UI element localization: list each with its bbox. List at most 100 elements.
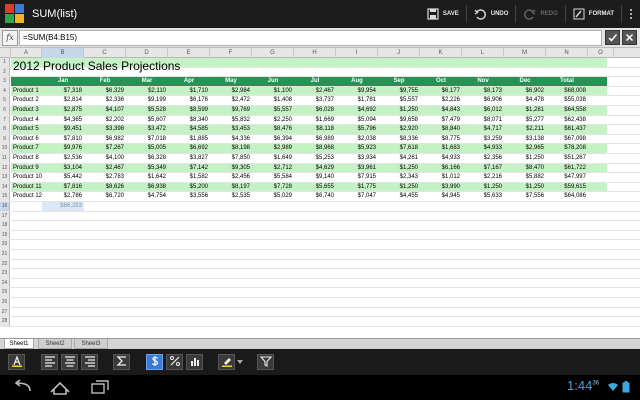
value-cell[interactable]: $2,535 [210,192,252,201]
save-button[interactable]: SAVE [420,0,466,28]
row-header[interactable]: 15 [0,192,10,201]
value-cell[interactable]: $8,173 [462,87,504,96]
value-cell[interactable]: $9,769 [210,106,252,115]
back-icon[interactable] [10,379,34,395]
value-cell[interactable]: $4,754 [126,192,168,201]
value-cell[interactable]: $3,453 [210,125,252,134]
column-header-m[interactable]: M [504,48,546,58]
row-header[interactable]: 12 [0,163,10,173]
value-cell[interactable]: $3,556 [168,192,210,201]
value-cell[interactable]: $3,737 [294,96,336,105]
value-cell[interactable]: $9,658 [378,116,420,125]
value-cell[interactable]: $8,775 [420,135,462,144]
tab-sheet2[interactable]: Sheet2 [38,339,72,349]
value-cell[interactable]: $2,467 [294,87,336,96]
align-left-button[interactable] [41,354,58,370]
value-cell[interactable]: $2,783 [84,173,126,182]
value-cell[interactable]: $3,961 [336,164,378,173]
value-cell[interactable]: $2,920 [378,125,420,134]
value-cell[interactable]: $1,885 [168,135,210,144]
value-cell[interactable]: $6,720 [84,192,126,201]
row-header[interactable]: 4 [0,86,10,96]
value-cell[interactable]: $3,472 [126,125,168,134]
value-cell[interactable]: $3,138 [504,135,546,144]
product-name-cell[interactable]: Product 8 [11,154,42,163]
value-cell[interactable]: $1,669 [294,116,336,125]
value-cell[interactable]: $4,100 [84,154,126,163]
product-name-cell[interactable]: Product 11 [11,183,42,192]
row-header[interactable]: 5 [0,96,10,105]
value-cell[interactable]: $1,100 [252,87,294,96]
value-cell[interactable]: $7,047 [336,192,378,201]
value-cell[interactable]: $7,167 [462,164,504,173]
value-cell[interactable]: $4,933 [420,154,462,163]
value-cell[interactable]: $47,997 [546,173,588,182]
row-header[interactable]: 14 [0,182,10,192]
value-cell[interactable]: $7,816 [42,183,84,192]
redo-button[interactable]: REDO [516,0,564,28]
autosum-button[interactable] [113,354,130,370]
value-cell[interactable]: $8,336 [378,135,420,144]
product-name-cell[interactable]: Product 1 [11,87,42,96]
value-cell[interactable]: $7,018 [126,135,168,144]
value-cell[interactable]: $5,277 [504,116,546,125]
value-cell[interactable]: $4,107 [84,106,126,115]
value-cell[interactable]: $51,267 [546,154,588,163]
value-cell[interactable]: $9,305 [210,164,252,173]
value-cell[interactable]: $3,398 [84,125,126,134]
column-label-cell[interactable]: Nov [462,77,504,86]
value-cell[interactable]: $8,340 [168,116,210,125]
value-cell[interactable]: $6,902 [504,87,546,96]
value-cell[interactable]: $7,318 [42,87,84,96]
column-header-o[interactable]: O [588,48,614,58]
value-cell[interactable]: $64,558 [546,106,588,115]
row-header[interactable]: 6 [0,106,10,115]
row-header[interactable]: 10 [0,144,10,153]
row-header[interactable]: 7 [0,115,10,125]
row-header[interactable]: 9 [0,134,10,144]
value-cell[interactable]: $4,933 [462,144,504,153]
fill-color-button[interactable] [218,354,235,370]
value-cell[interactable]: $1,683 [420,144,462,153]
product-name-cell[interactable]: Product 3 [11,106,42,115]
tab-sheet1[interactable]: Sheet1 [4,339,34,349]
value-cell[interactable]: $6,740 [294,192,336,201]
value-cell[interactable]: $4,629 [294,164,336,173]
value-cell[interactable]: $64,086 [546,192,588,201]
value-cell[interactable]: $6,329 [84,87,126,96]
column-label-cell[interactable]: Mar [126,77,168,86]
product-name-cell[interactable]: Product 6 [11,135,42,144]
value-cell[interactable]: $5,557 [252,106,294,115]
value-cell[interactable]: $2,336 [84,96,126,105]
value-cell[interactable]: $4,585 [168,125,210,134]
value-cell[interactable]: $7,479 [420,116,462,125]
row-header[interactable]: 13 [0,173,10,182]
row-header[interactable]: 28 [0,317,10,326]
value-cell[interactable]: $4,336 [210,135,252,144]
column-label-cell[interactable]: Aug [336,77,378,86]
value-cell[interactable]: $6,692 [168,144,210,153]
confirm-formula-button[interactable] [605,30,620,45]
value-cell[interactable]: $6,938 [126,183,168,192]
value-cell[interactable]: $2,536 [42,154,84,163]
overflow-menu-button[interactable] [622,0,640,28]
recent-apps-icon[interactable] [88,379,112,395]
value-cell[interactable]: $8,840 [420,125,462,134]
value-cell[interactable]: $4,717 [462,125,504,134]
value-cell[interactable]: $8,626 [84,183,126,192]
product-name-cell[interactable]: Product 10 [11,173,42,182]
row-header[interactable]: 22 [0,259,10,269]
fill-color-dropdown-icon[interactable] [237,360,243,364]
product-name-cell[interactable]: Product 5 [11,125,42,134]
value-cell[interactable]: $8,118 [294,125,336,134]
value-cell[interactable]: $2,472 [210,96,252,105]
value-cell[interactable]: $1,642 [126,173,168,182]
value-cell[interactable]: $8,197 [210,183,252,192]
row-header[interactable]: 21 [0,250,10,259]
value-cell[interactable]: $6,028 [294,106,336,115]
row-header[interactable]: 24 [0,278,10,288]
value-cell[interactable]: $1,250 [378,106,420,115]
column-header-d[interactable]: D [126,48,168,58]
column-header-n[interactable]: N [546,48,588,58]
font-color-button[interactable] [8,354,25,370]
